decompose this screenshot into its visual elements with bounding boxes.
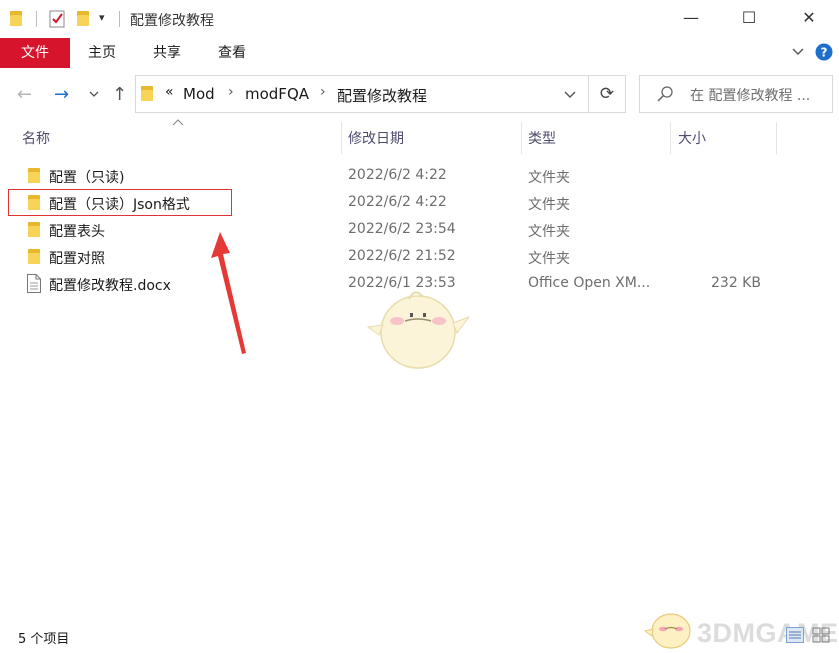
back-arrow-icon[interactable]: ← <box>17 84 32 105</box>
breadcrumb-overflow[interactable]: « <box>165 84 174 100</box>
file-name: 配置（只读) <box>49 170 125 186</box>
folder-icon <box>28 168 40 183</box>
address-history-chevron-icon[interactable] <box>563 90 577 100</box>
up-arrow-icon[interactable]: ↑ <box>112 84 127 105</box>
file-date: 2022/6/2 21:52 <box>348 248 456 264</box>
status-item-count: 5 个项目 <box>18 632 70 647</box>
column-header-name[interactable]: 名称 <box>22 128 50 148</box>
file-size: 232 KB <box>711 275 761 291</box>
list-item[interactable]: 配置表头 2022/6/2 23:54 文件夹 <box>0 217 839 243</box>
breadcrumb-separator-icon[interactable]: › <box>228 84 234 100</box>
breadcrumb-modfqa[interactable]: modFQA <box>245 85 309 103</box>
list-item[interactable]: 配置（只读) 2022/6/2 4:22 文件夹 <box>0 163 839 189</box>
tab-view[interactable]: 查看 <box>218 38 246 68</box>
window-title: 配置修改教程 <box>130 13 214 29</box>
file-name: 配置修改教程.docx <box>49 278 171 294</box>
refresh-button[interactable]: ⟳ <box>588 75 626 113</box>
column-divider[interactable] <box>670 122 671 154</box>
file-type: 文件夹 <box>528 224 570 240</box>
ribbon <box>0 38 839 68</box>
column-divider[interactable] <box>341 122 342 154</box>
details-view-icon[interactable] <box>786 627 804 643</box>
tab-home[interactable]: 主页 <box>88 38 116 68</box>
search-placeholder: 在 配置修改教程 ... <box>690 88 811 104</box>
column-divider[interactable] <box>521 122 522 154</box>
breadcrumb-separator-icon[interactable]: › <box>320 84 326 100</box>
minimize-button[interactable]: — <box>668 0 714 38</box>
maximize-button[interactable]: ☐ <box>726 0 772 38</box>
tab-share[interactable]: 共享 <box>153 38 181 68</box>
folder-icon <box>28 222 40 237</box>
file-date: 2022/6/2 23:54 <box>348 221 456 237</box>
logo-mascot-icon <box>643 613 691 649</box>
column-header-type[interactable]: 类型 <box>528 128 556 148</box>
folder-icon <box>141 86 153 101</box>
new-folder-icon[interactable] <box>77 11 89 26</box>
column-header-date[interactable]: 修改日期 <box>348 128 404 148</box>
large-icons-view-icon[interactable] <box>812 627 830 643</box>
annotation-arrow-icon <box>211 232 246 354</box>
customize-quick-access-icon[interactable]: ▾ <box>99 11 105 24</box>
svg-text:?: ? <box>821 46 828 60</box>
highlight-box <box>8 189 232 216</box>
file-date: 2022/6/2 4:22 <box>348 167 447 183</box>
folder-icon <box>28 249 40 264</box>
title-bar: ▾ 配置修改教程 — ☐ ✕ <box>0 0 839 38</box>
list-item[interactable]: 配置对照 2022/6/2 21:52 文件夹 <box>0 244 839 270</box>
file-type: 文件夹 <box>528 170 570 186</box>
file-type: 文件夹 <box>528 251 570 267</box>
help-icon[interactable]: ? <box>815 43 833 61</box>
file-name: 配置表头 <box>49 224 105 240</box>
document-icon <box>27 274 41 293</box>
sort-ascending-icon <box>172 119 184 126</box>
refresh-icon: ⟳ <box>599 84 615 104</box>
search-icon <box>657 86 673 102</box>
chevron-down-icon[interactable] <box>791 46 805 58</box>
mascot-watermark-icon <box>366 291 471 369</box>
close-button[interactable]: ✕ <box>786 0 832 38</box>
folder-icon <box>10 11 22 26</box>
file-type: 文件夹 <box>528 197 570 213</box>
recent-locations-chevron-icon[interactable] <box>88 90 100 100</box>
column-header-size[interactable]: 大小 <box>678 128 706 148</box>
column-divider[interactable] <box>776 122 777 154</box>
file-name: 配置对照 <box>49 251 105 267</box>
divider <box>36 11 37 27</box>
divider <box>119 11 120 27</box>
breadcrumb-mod[interactable]: Mod <box>183 85 215 103</box>
file-date: 2022/6/2 4:22 <box>348 194 447 210</box>
forward-arrow-icon[interactable]: → <box>54 84 69 105</box>
properties-icon[interactable] <box>49 10 66 28</box>
tab-file[interactable]: 文件 <box>0 38 70 68</box>
file-type: Office Open XM... <box>528 275 651 291</box>
breadcrumb-current[interactable]: 配置修改教程 <box>337 85 427 106</box>
